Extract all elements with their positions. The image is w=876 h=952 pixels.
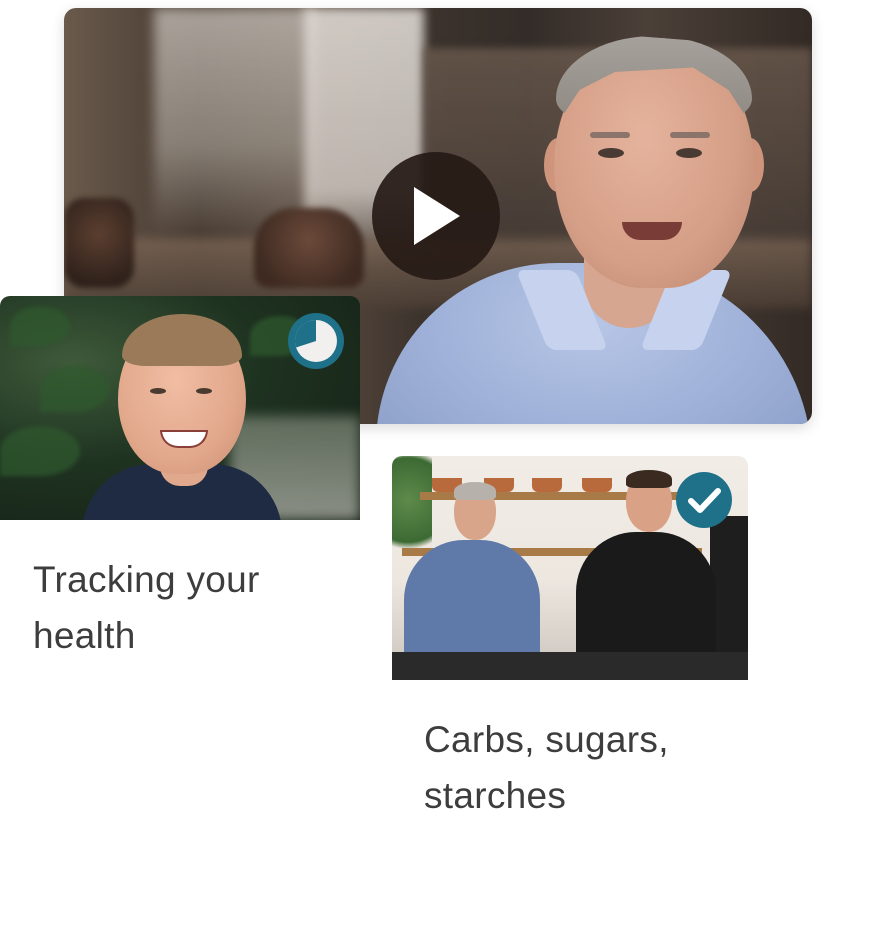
- lesson-title[interactable]: Tracking your health: [33, 552, 353, 664]
- presenter-eye: [150, 388, 166, 394]
- play-icon: [414, 187, 460, 245]
- copper-pan: [532, 478, 562, 492]
- presenter-eye: [598, 148, 624, 158]
- presenter-brow: [590, 132, 630, 138]
- video-background: [154, 8, 314, 238]
- presenter-mouth: [622, 222, 682, 240]
- presenter-brow: [670, 132, 710, 138]
- foliage: [40, 366, 110, 412]
- progress-pie-icon: [288, 313, 344, 369]
- chef-hair: [626, 470, 672, 488]
- copper-pan: [582, 478, 612, 492]
- foliage: [10, 306, 70, 346]
- counter: [392, 652, 748, 680]
- presenter-a-hair: [454, 482, 496, 500]
- play-button[interactable]: [372, 152, 500, 280]
- presenter-eye: [676, 148, 702, 158]
- foliage: [0, 426, 80, 476]
- video-background-pot: [64, 198, 134, 288]
- presenter-hair: [122, 314, 242, 366]
- presenter-eye: [196, 388, 212, 394]
- lesson-title[interactable]: Carbs, sugars, starches: [424, 712, 744, 824]
- checkmark-icon: [676, 472, 732, 528]
- video-background-pot: [254, 208, 364, 288]
- page: Tracking your health Carbs, sugars, star…: [0, 0, 876, 952]
